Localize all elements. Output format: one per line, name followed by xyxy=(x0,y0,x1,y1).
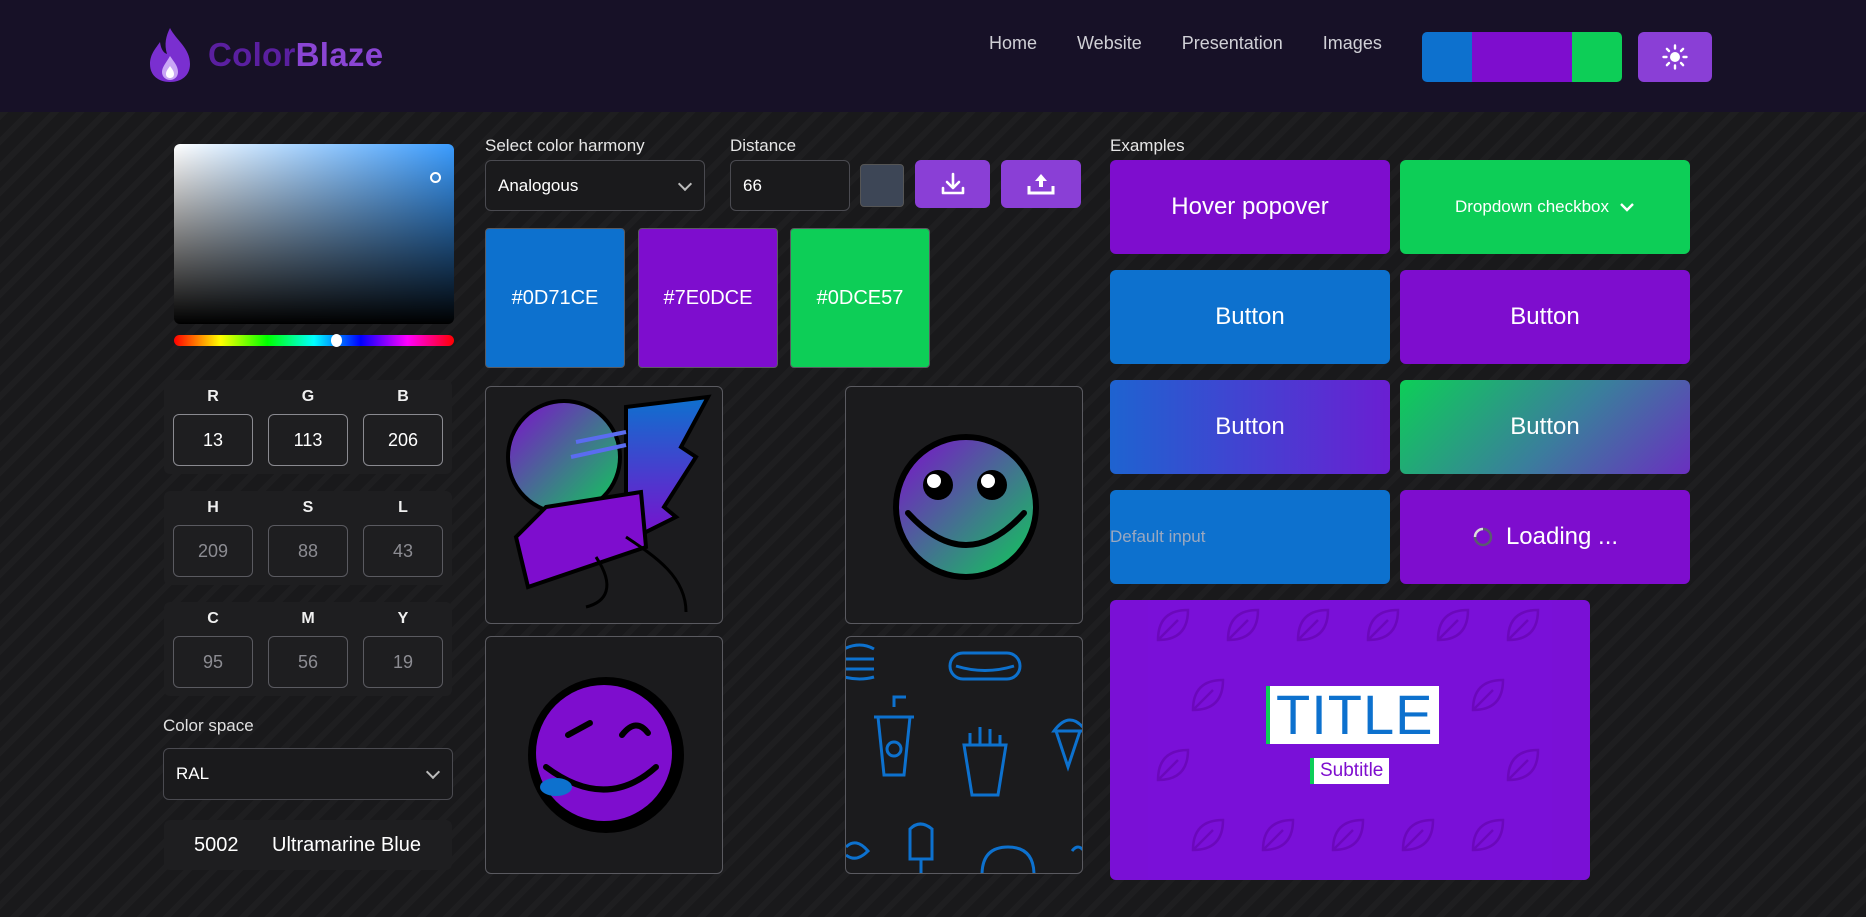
smiley-illustration xyxy=(845,386,1083,624)
nav-home[interactable]: Home xyxy=(989,33,1037,54)
harmony-value: Analogous xyxy=(498,175,579,195)
y-input[interactable]: 19 xyxy=(363,636,443,688)
secondary-button[interactable]: Button xyxy=(1400,270,1690,364)
hero-preview: TITLE Subtitle xyxy=(1110,600,1590,880)
harmony-swatch-1[interactable]: #0D71CE xyxy=(485,228,625,368)
b-label: B xyxy=(397,388,409,405)
h-label: H xyxy=(207,499,219,516)
default-input[interactable]: Default input xyxy=(1110,490,1390,584)
download-button[interactable] xyxy=(915,160,990,208)
palette-preview[interactable] xyxy=(1422,32,1622,82)
hue-slider[interactable] xyxy=(174,335,454,346)
harmony-select[interactable]: Analogous xyxy=(485,160,705,211)
g-input[interactable]: 113 xyxy=(268,414,348,466)
y-label: Y xyxy=(397,610,409,627)
hover-popover-button[interactable]: Hover popover xyxy=(1110,160,1390,254)
s-label: S xyxy=(302,499,314,516)
nav-presentation[interactable]: Presentation xyxy=(1182,33,1283,54)
m-label: M xyxy=(301,610,315,627)
m-input[interactable]: 56 xyxy=(268,636,348,688)
download-icon xyxy=(941,172,964,195)
upload-icon xyxy=(1027,174,1055,195)
top-header: ColorBlaze Home Website Presentation Ima… xyxy=(0,0,1866,112)
loading-button[interactable]: Loading ... xyxy=(1400,490,1690,584)
spinner-icon xyxy=(1473,527,1493,547)
gradient-button-blue-purple[interactable]: Button xyxy=(1110,380,1390,474)
sun-icon xyxy=(1662,44,1688,70)
primary-button[interactable]: Button xyxy=(1110,270,1390,364)
palette-tertiary xyxy=(1572,32,1622,82)
hsl-group: H 209 S 88 L 43 xyxy=(164,491,452,585)
ral-name: Ultramarine Blue xyxy=(272,833,421,856)
g-label: G xyxy=(301,388,315,405)
secondary-button-label: Button xyxy=(1510,303,1580,330)
logo[interactable]: ColorBlaze xyxy=(146,26,383,84)
loading-label: Loading ... xyxy=(1505,523,1619,550)
gradient-button-1-label: Button xyxy=(1215,413,1285,440)
ral-code: 5002 xyxy=(194,833,239,856)
gradient-button-green-purple[interactable]: Button xyxy=(1400,380,1690,474)
distance-label: Distance xyxy=(730,136,797,155)
harmony-swatch-2[interactable]: #7E0DCE xyxy=(638,228,778,368)
ral-result: 5002 Ultramarine Blue xyxy=(164,820,452,870)
l-input[interactable]: 43 xyxy=(363,525,443,577)
examples-label: Examples xyxy=(1110,136,1185,155)
s-input[interactable]: 88 xyxy=(268,525,348,577)
h-input[interactable]: 209 xyxy=(173,525,253,577)
hero-subtitle: Subtitle xyxy=(1310,758,1390,784)
food-pattern-illustration xyxy=(845,636,1083,874)
c-label: C xyxy=(207,610,219,627)
l-label: L xyxy=(398,499,408,516)
palette-secondary xyxy=(1472,32,1572,82)
hue-handle[interactable] xyxy=(331,334,342,347)
app-name: ColorBlaze xyxy=(208,36,384,73)
r-label: R xyxy=(207,388,219,405)
saturation-handle[interactable] xyxy=(430,172,441,183)
nav-images[interactable]: Images xyxy=(1323,33,1382,54)
hero-title: TITLE xyxy=(1266,686,1440,744)
saturation-picker[interactable] xyxy=(174,144,454,324)
color-space-label: Color space xyxy=(163,716,254,735)
hover-popover-label: Hover popover xyxy=(1171,193,1329,220)
harmony-swatch-3[interactable]: #0DCE57 xyxy=(790,228,930,368)
rgb-group: R 13 G 113 B 206 xyxy=(164,380,452,474)
color-space-value: RAL xyxy=(176,764,210,783)
palette-primary xyxy=(1422,32,1472,82)
theme-toggle-button[interactable] xyxy=(1638,32,1712,82)
megaphone-illustration xyxy=(485,386,723,624)
chevron-down-icon xyxy=(677,176,693,192)
upload-button[interactable] xyxy=(1001,160,1081,208)
color-space-select[interactable]: RAL xyxy=(163,748,453,800)
chevron-down-icon xyxy=(425,764,441,780)
wink-illustration xyxy=(485,636,723,874)
dropdown-checkbox-label: Dropdown checkbox xyxy=(1454,197,1610,216)
dropdown-checkbox-button[interactable]: Dropdown checkbox xyxy=(1400,160,1690,254)
b-input[interactable]: 206 xyxy=(363,414,443,466)
gradient-button-2-label: Button xyxy=(1510,413,1580,440)
harmony-label: Select color harmony xyxy=(485,136,645,155)
flame-icon xyxy=(150,28,190,82)
chevron-down-icon xyxy=(1620,203,1634,212)
r-input[interactable]: 13 xyxy=(173,414,253,466)
cmy-group: C 95 M 56 Y 19 xyxy=(164,602,452,696)
primary-button-label: Button xyxy=(1215,303,1285,330)
distance-input[interactable]: 66 xyxy=(730,160,850,211)
c-input[interactable]: 95 xyxy=(173,636,253,688)
color-swatch-button[interactable] xyxy=(860,164,904,207)
nav-website[interactable]: Website xyxy=(1077,33,1142,54)
main-nav: Home Website Presentation Images xyxy=(989,33,1422,54)
